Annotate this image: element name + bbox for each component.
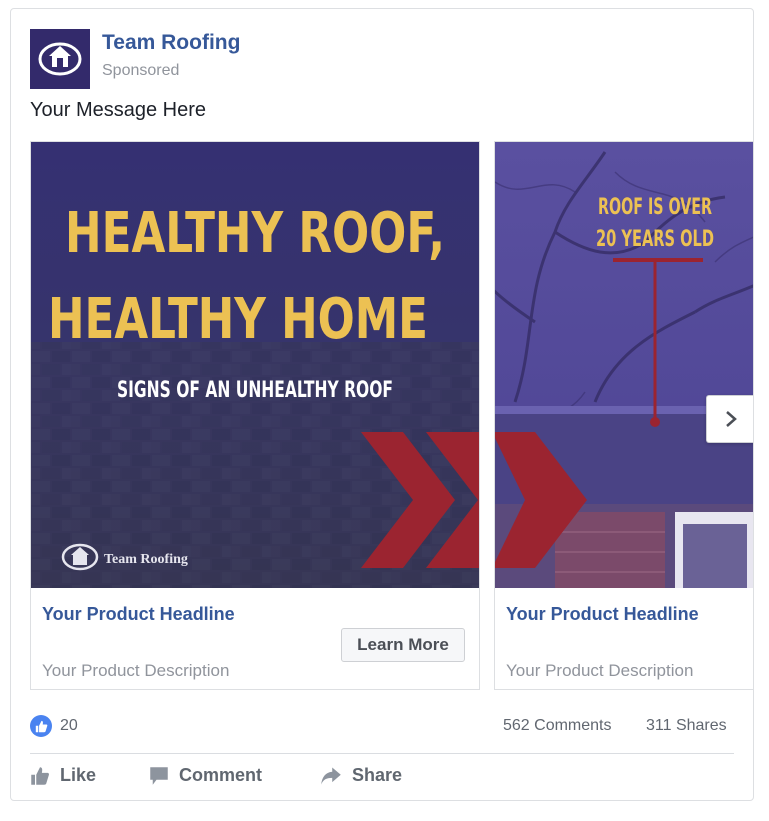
like-button[interactable]: Like — [30, 765, 96, 786]
card-1-subtitle: SIGNS OF AN UNHEALTHY ROOF — [117, 378, 393, 403]
carousel: HEALTHY ROOF, HEALTHY HOME SIGNS OF AN U… — [30, 141, 753, 690]
shares-count-link[interactable]: 311 Shares — [646, 717, 727, 735]
learn-more-button[interactable]: Learn More — [341, 628, 465, 662]
card-2-artwork: ROOF IS OVER 20 YEARS OLD — [495, 142, 753, 588]
thumbs-up-icon — [30, 715, 52, 737]
card-1-image[interactable]: HEALTHY ROOF, HEALTHY HOME SIGNS OF AN U… — [31, 142, 479, 588]
reaction-summary[interactable]: 20 — [30, 715, 78, 737]
card-2-headline[interactable]: Your Product Headline — [506, 604, 699, 625]
comment-button[interactable]: Comment — [149, 765, 262, 786]
card-1-description[interactable]: Your Product Description — [42, 661, 229, 681]
page-avatar[interactable] — [30, 29, 90, 89]
share-button[interactable]: Share — [320, 765, 402, 786]
like-label: Like — [60, 765, 97, 785]
card-2-image[interactable]: ROOF IS OVER 20 YEARS OLD — [495, 142, 753, 588]
house-logo-icon — [38, 42, 82, 76]
sponsored-post: Team Roofing Sponsored Your Message Here — [10, 8, 754, 801]
comments-count-link[interactable]: 562 Comments — [503, 717, 612, 735]
carousel-next-button[interactable] — [706, 395, 753, 443]
card-1-headline[interactable]: Your Product Headline — [42, 604, 235, 625]
divider — [30, 753, 734, 754]
card-2-headline-line1: ROOF IS OVER — [598, 195, 712, 220]
post-message: Your Message Here — [30, 99, 207, 121]
thumbs-up-icon — [31, 766, 49, 785]
comment-icon — [150, 766, 168, 785]
card-1-headline-line2: HEALTHY HOME — [48, 287, 428, 352]
card-1-headline-line1: HEALTHY ROOF, — [65, 201, 445, 266]
card-2-headline-line2: 20 YEARS OLD — [596, 227, 714, 252]
card-1-artwork: HEALTHY ROOF, HEALTHY HOME SIGNS OF AN U… — [31, 142, 479, 588]
share-label: Share — [352, 765, 403, 785]
share-arrow-icon — [321, 766, 341, 785]
card-1-logo-text: Team Roofing — [104, 552, 188, 567]
card-2-description[interactable]: Your Product Description — [506, 661, 693, 681]
chevron-right-icon — [726, 411, 737, 427]
page-name-link[interactable]: Team Roofing — [102, 31, 240, 55]
reaction-count: 20 — [60, 717, 78, 734]
comment-label: Comment — [179, 765, 263, 785]
carousel-card-1[interactable]: HEALTHY ROOF, HEALTHY HOME SIGNS OF AN U… — [30, 141, 480, 690]
sponsored-label[interactable]: Sponsored — [102, 62, 179, 80]
